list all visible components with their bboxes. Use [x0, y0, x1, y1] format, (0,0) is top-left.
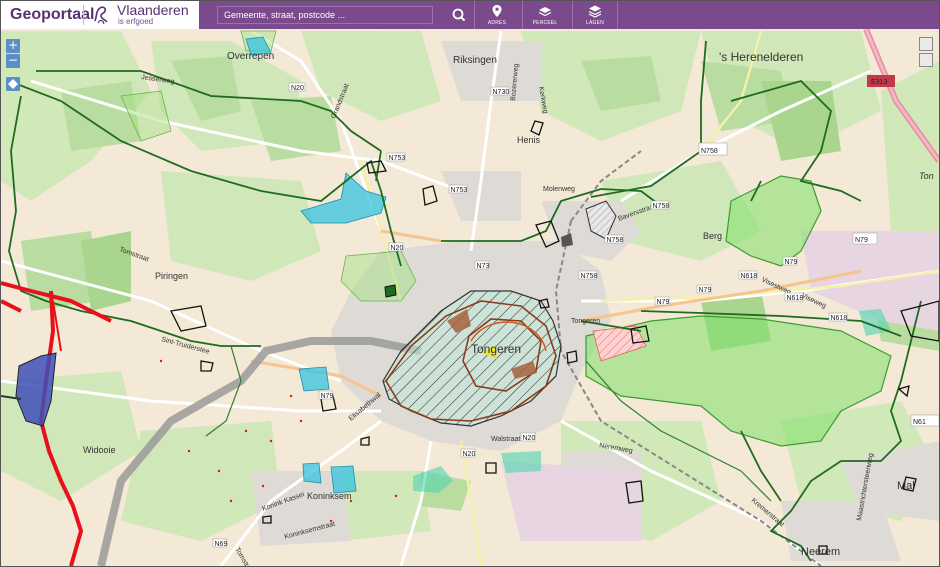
road-shield: N753	[451, 187, 468, 194]
road-shield: N79	[785, 259, 798, 266]
road-shield: N758	[607, 237, 624, 244]
place-label: Widooie	[83, 445, 116, 455]
top-bar: Geoportaal Vlaanderen is erfgoed Gemeent…	[1, 1, 939, 29]
road-label: Walstraat	[491, 436, 520, 443]
org-name: Vlaanderen	[117, 2, 189, 18]
place-label: Ton	[919, 171, 934, 181]
road-shield: N79	[657, 299, 670, 306]
search-input[interactable]: Gemeente, straat, postcode ...	[217, 6, 433, 24]
brand[interactable]: Geoportaal Vlaanderen is erfgoed	[1, 1, 199, 29]
layers-icon	[588, 5, 602, 18]
road-shield: N20	[463, 451, 476, 458]
road-shield: N730	[493, 89, 510, 96]
nav-label: LAGEN	[586, 20, 604, 26]
road-label: Molenweg	[543, 186, 575, 193]
road-shield: N20	[391, 245, 404, 252]
org-subtitle: is erfgoed	[118, 17, 154, 26]
road-shield: N20	[291, 85, 304, 92]
road-shield: N61	[913, 419, 926, 426]
nav-perceel-button[interactable]: PERCEEL	[522, 1, 567, 29]
road-shield: N753	[389, 155, 406, 162]
place-label: Koninksem	[307, 491, 352, 501]
place-label: Mal	[897, 480, 915, 492]
map-viewer: Overrepen Riksingen 's Herenelderen Heni…	[0, 0, 940, 567]
app-title: Geoportaal	[10, 6, 95, 23]
place-label: Henis	[517, 135, 541, 145]
place-label-station: Tongeren	[571, 318, 600, 325]
road-shield: N618	[741, 273, 758, 280]
search-placeholder: Gemeente, straat, postcode ...	[224, 10, 346, 20]
road-shield: N79	[855, 237, 868, 244]
nav-adres-button[interactable]: ADRES	[474, 1, 519, 29]
road-shield: N69	[215, 541, 228, 548]
search-button[interactable]	[445, 5, 473, 25]
place-label: Overrepen	[227, 51, 274, 62]
place-label: Riksingen	[453, 55, 497, 66]
pin-icon	[492, 5, 502, 17]
zoom-in-button[interactable]: +	[6, 39, 20, 53]
nav-label: PERCEEL	[532, 20, 558, 26]
road-shield: N618	[787, 295, 804, 302]
map-control-box[interactable]	[919, 37, 933, 51]
place-label: 's Herenelderen	[719, 50, 803, 64]
road-shield: N79	[321, 393, 334, 400]
road-shield-motorway: E313	[871, 79, 887, 86]
search-icon	[452, 8, 466, 22]
road-shield: N20	[523, 435, 536, 442]
place-label: Piringen	[155, 271, 188, 281]
road-shield: N758	[581, 273, 598, 280]
road-shield: N758	[653, 203, 670, 210]
map-control-box[interactable]	[919, 53, 933, 67]
map-canvas[interactable]: Overrepen Riksingen 's Herenelderen Heni…	[1, 29, 939, 566]
diamond-icon	[8, 79, 18, 89]
divider	[83, 5, 84, 25]
zoom-out-button[interactable]: −	[6, 54, 20, 68]
road-shield: N758	[701, 148, 718, 155]
nav-label: ADRES	[487, 20, 507, 26]
road-shield: N79	[699, 287, 712, 294]
parcel-icon	[538, 7, 552, 17]
lion-logo-icon	[94, 6, 108, 25]
road-shield: N618	[831, 315, 848, 322]
locate-button[interactable]	[6, 77, 20, 91]
nav-lagen-button[interactable]: LAGEN	[572, 1, 618, 29]
place-label: Tongeren	[471, 342, 521, 356]
place-label: Berg	[703, 231, 722, 241]
place-label: Neerem	[801, 546, 840, 558]
road-shield: N73	[477, 263, 490, 270]
